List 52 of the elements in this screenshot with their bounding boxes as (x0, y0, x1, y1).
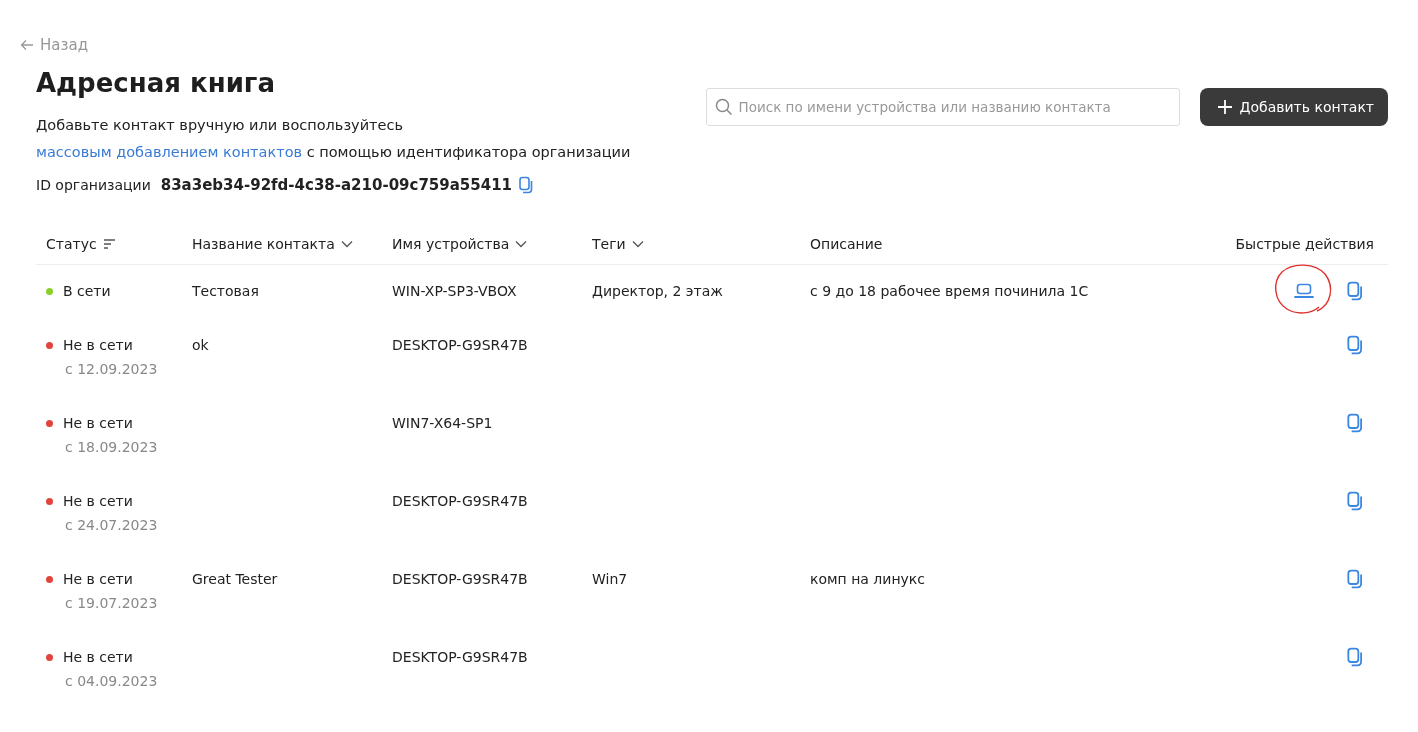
description-text: с 9 до 18 рабочее время починила 1С (810, 283, 1089, 299)
copy-icon[interactable] (518, 176, 535, 194)
column-header: Быстрые действия (1234, 235, 1374, 254)
status-text: Не в сети (63, 336, 133, 355)
column-header[interactable]: Имя устройства (392, 232, 592, 256)
column-header[interactable]: Название контакта (192, 232, 392, 256)
copy-icon[interactable] (1346, 335, 1364, 355)
status-text: Не в сети (63, 648, 133, 667)
device-name: DESKTOP-G9SR47B (392, 493, 528, 509)
device-name: DESKTOP-G9SR47B (392, 649, 528, 665)
contact-name: Тестовая (192, 283, 259, 299)
chevron-down-icon (631, 240, 644, 248)
laptop-icon[interactable] (1294, 283, 1314, 299)
device-name: WIN7-X64-SP1 (392, 415, 493, 431)
status-text: Не в сети (63, 570, 133, 589)
device-name: DESKTOP-G9SR47B (392, 571, 528, 587)
chevron-down-icon (340, 240, 353, 248)
filter-icon (102, 239, 116, 249)
device-name: WIN-XP-SP3-VBOX (392, 283, 517, 299)
page-title: Адресная книга (36, 68, 276, 98)
status-text: Не в сети (63, 414, 133, 433)
arrow-left-icon (20, 39, 34, 51)
add-contact-button[interactable]: Добавить контакт (1199, 88, 1388, 126)
copy-icon[interactable] (1346, 569, 1364, 589)
copy-icon[interactable] (1346, 491, 1364, 511)
offline-since-text: с 18.09.2023 (65, 438, 159, 457)
offline-since-text: с 19.07.2023 (65, 594, 159, 613)
org-id-label: ID организации (36, 177, 151, 193)
tags-text: Директор, 2 этаж (592, 283, 723, 299)
offline-since-text: с 12.09.2023 (65, 360, 159, 379)
status-text: Не в сети (63, 492, 133, 511)
search-field[interactable]: Поиск по имени устройства или названию контакта (705, 88, 1180, 126)
plus-icon (1217, 100, 1232, 114)
contact-name: Great Tester (192, 571, 278, 587)
copy-icon[interactable] (1346, 413, 1364, 433)
copy-icon[interactable] (1346, 647, 1364, 667)
intro-text: Добавьте контакт вручную или воспользуйтесь массовым добавлением контактов с помощью идентификатора организации (36, 116, 632, 162)
column-header[interactable]: Статус (46, 232, 192, 256)
chevron-down-icon (515, 240, 528, 248)
offline-since-text: с 04.09.2023 (65, 672, 159, 691)
bulk-add-link[interactable]: массовым добавлением контактов (36, 144, 303, 160)
contact-name: ok (192, 337, 209, 353)
offline-since-text: с 24.07.2023 (65, 516, 159, 535)
copy-icon[interactable] (1346, 281, 1364, 301)
device-name: DESKTOP-G9SR47B (392, 337, 528, 353)
search-icon (714, 98, 733, 116)
description-text: комп на линукс (810, 571, 925, 587)
org-id-value: 83a3eb34-92fd-4c38-a210-09c759a55411 (160, 176, 513, 194)
status-text: В сети (63, 282, 111, 301)
tags-text: Win7 (592, 571, 628, 587)
column-header: Описание (810, 235, 884, 254)
column-header[interactable]: Теги (592, 232, 810, 256)
